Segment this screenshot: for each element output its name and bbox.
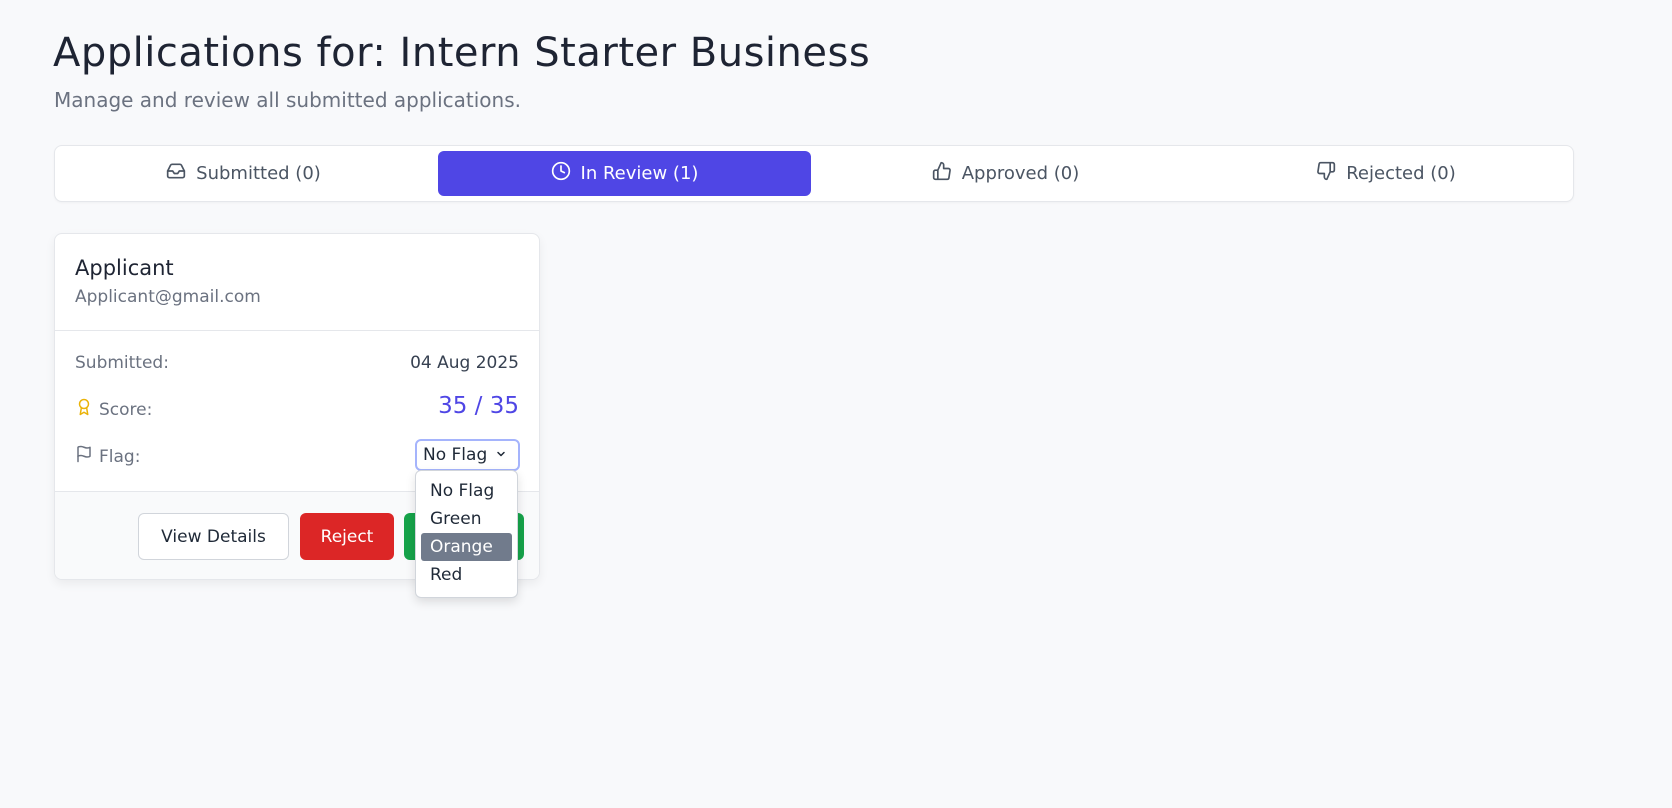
flag-option-orange[interactable]: Orange [421, 533, 512, 561]
flag-option-red[interactable]: Red [421, 561, 512, 589]
score-value: 35 / 35 [438, 393, 519, 419]
flag-label: Flag: [75, 445, 140, 468]
applicant-name: Applicant [75, 256, 174, 280]
flag-select[interactable]: No Flag [415, 439, 520, 471]
submitted-label: Submitted: [75, 353, 169, 373]
submitted-date: 04 Aug 2025 [410, 353, 519, 373]
tab-label: Rejected (0) [1346, 163, 1456, 184]
tab-label: Approved (0) [961, 163, 1080, 184]
thumbs-down-icon [1316, 161, 1336, 186]
tab-in-review[interactable]: In Review (1) [438, 151, 811, 196]
applicant-email: Applicant@gmail.com [75, 287, 261, 307]
status-tabs: Submitted (0) In Review (1) Approved (0)… [54, 145, 1574, 202]
reject-button[interactable]: Reject [300, 513, 394, 560]
flag-icon [75, 445, 93, 468]
flag-option-no-flag[interactable]: No Flag [421, 477, 512, 505]
award-icon [75, 398, 93, 421]
inbox-icon [166, 161, 186, 186]
flag-select-value: No Flag [423, 445, 488, 465]
page-title: Applications for: Intern Starter Busines… [53, 30, 871, 76]
score-label-text: Score: [99, 399, 153, 420]
flag-label-text: Flag: [99, 446, 141, 467]
flag-option-green[interactable]: Green [421, 505, 512, 533]
thumbs-up-icon [932, 161, 952, 186]
view-details-button[interactable]: View Details [138, 513, 289, 560]
chevron-down-icon [495, 445, 507, 465]
flag-dropdown-menu: No Flag Green Orange Red [415, 470, 518, 598]
tab-label: In Review (1) [580, 163, 699, 184]
tab-submitted[interactable]: Submitted (0) [56, 151, 431, 196]
page-subtitle: Manage and review all submitted applicat… [54, 88, 521, 112]
score-label: Score: [75, 398, 152, 421]
card-header: Applicant Applicant@gmail.com [55, 234, 539, 331]
submitted-label-text: Submitted: [75, 353, 169, 373]
tab-approved[interactable]: Approved (0) [818, 151, 1193, 196]
clock-icon [551, 161, 571, 186]
tab-label: Submitted (0) [196, 163, 321, 184]
tab-rejected[interactable]: Rejected (0) [1199, 151, 1573, 196]
